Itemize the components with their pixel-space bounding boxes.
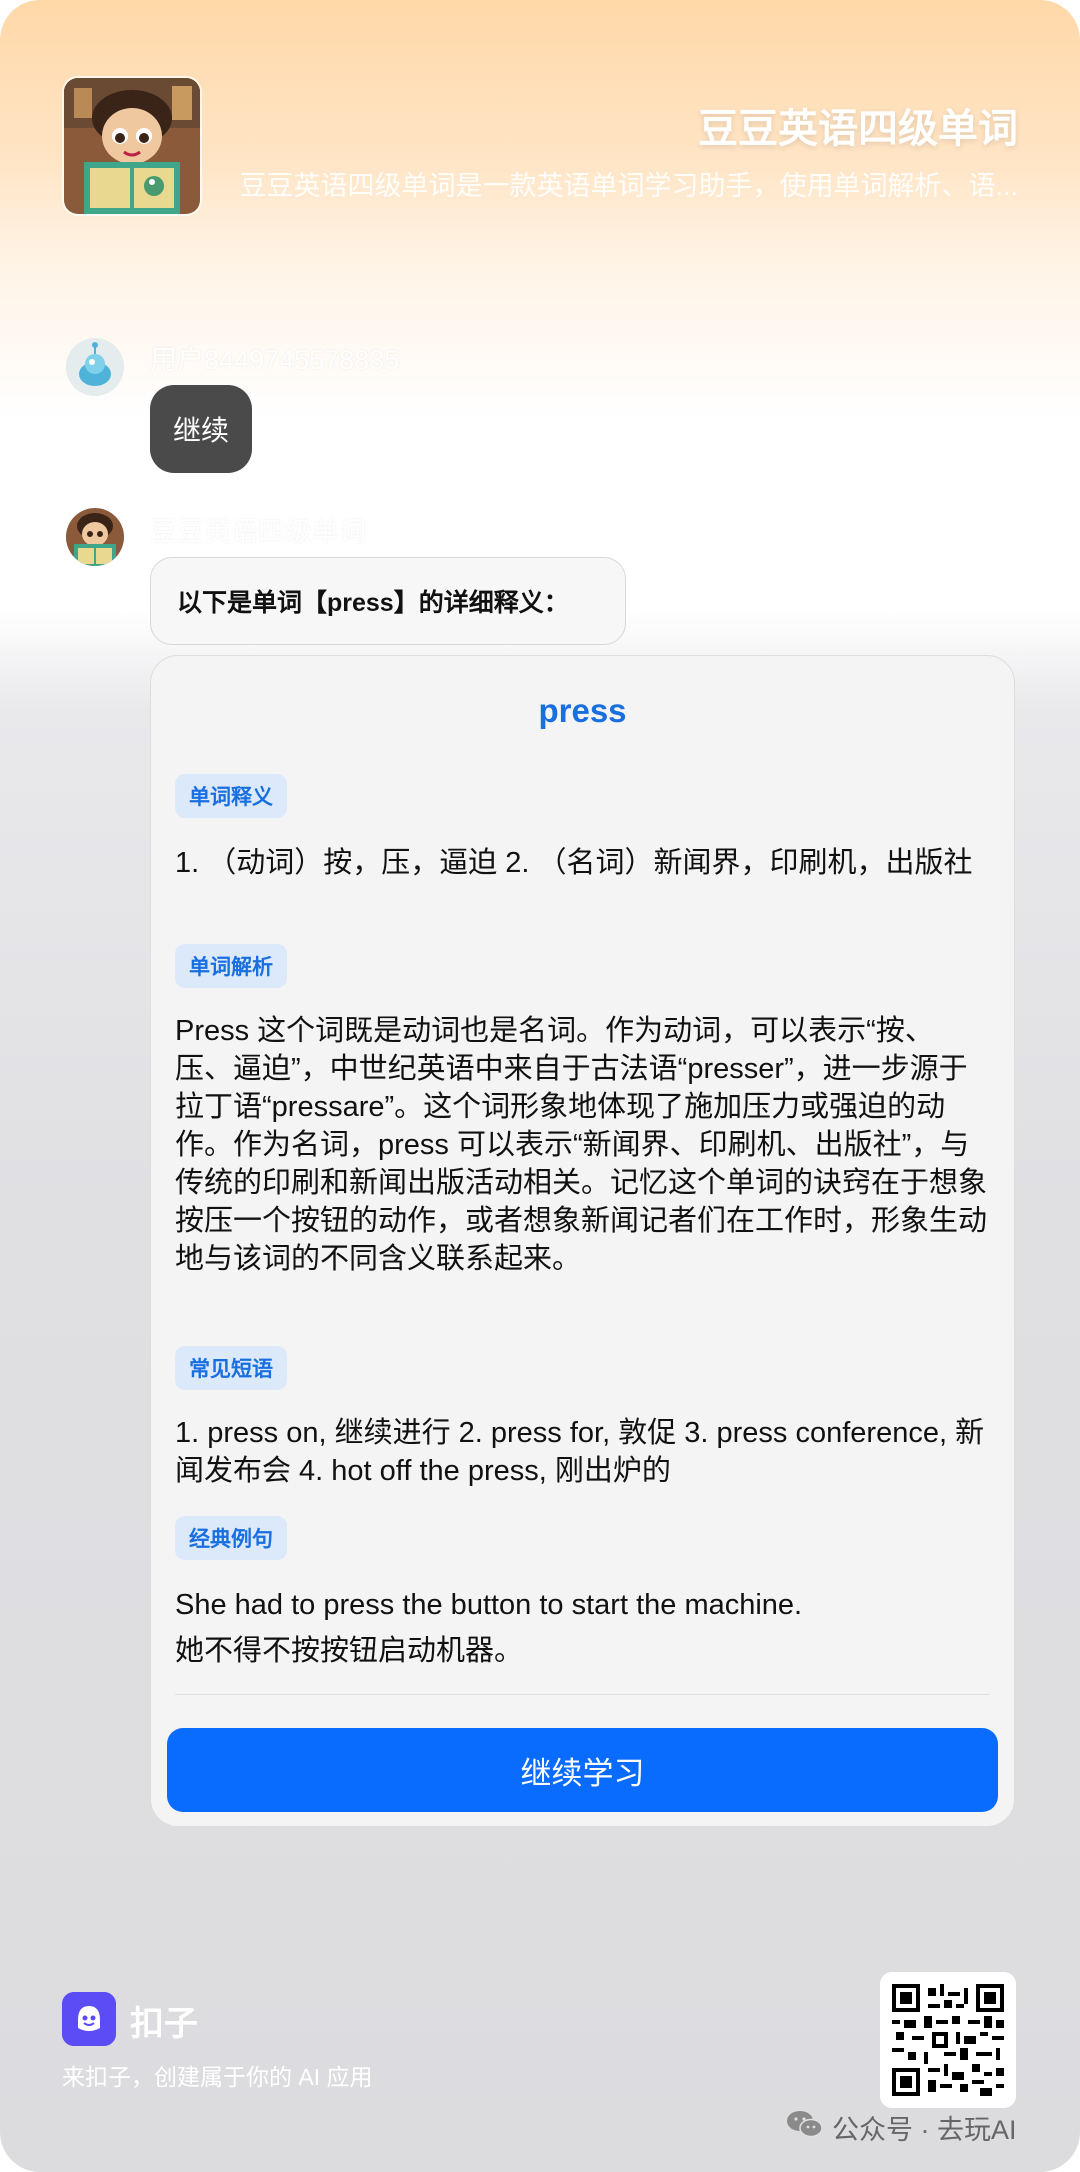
user-avatar[interactable] [66, 338, 124, 396]
bot-name: 豆豆英语四级单词 [150, 517, 366, 547]
bot-avatar[interactable] [66, 508, 124, 566]
app-description: 豆豆英语四级单词是一款英语单词学习助手，使用单词解析、语... [239, 171, 1018, 201]
bot-intro-bubble: 以下是单词【press】的详细释义： [150, 557, 626, 645]
tag-analysis: 单词解析 [175, 944, 287, 988]
tag-phrases: 常见短语 [175, 1346, 287, 1390]
card-divider [175, 1694, 990, 1695]
chat-screen: 豆豆英语四级单词 豆豆英语四级单词是一款英语单词学习助手，使用单词解析、语...… [0, 0, 1080, 2172]
tag-meaning: 单词释义 [175, 774, 287, 818]
app-avatar[interactable] [64, 78, 200, 214]
user-name: 用户8449745578835 [150, 345, 400, 375]
word-detail-card: press 单词释义 1. （动词）按，压，逼迫 2. （名词）新闻界，印刷机，… [150, 655, 1015, 1827]
qr-code [880, 1972, 1016, 2108]
user-message-bubble: 继续 [150, 385, 252, 473]
wechat-account-text: 公众号 · 去玩AI [832, 2115, 1017, 2145]
brand-name: 扣子 [130, 2005, 198, 2043]
continue-learning-button[interactable]: 继续学习 [167, 1728, 998, 1812]
analysis-text: Press 这个词既是动词也是名词。作为动词，可以表示“按、压、逼迫”，中世纪英… [175, 1015, 988, 1275]
wechat-account-label: 公众号 · 去玩AI [786, 2108, 1017, 2147]
example-sentence-zh: 她不得不按按钮启动机器。 [175, 1635, 524, 1667]
tag-example: 经典例句 [175, 1516, 287, 1560]
meaning-text: 1. （动词）按，压，逼迫 2. （名词）新闻界，印刷机，出版社 [175, 847, 973, 879]
wechat-icon [786, 2109, 824, 2146]
example-sentence-en: She had to press the button to start the… [175, 1589, 803, 1621]
brand-slogan: 来扣子，创建属于你的 AI 应用 [62, 2064, 373, 2090]
app-title: 豆豆英语四级单词 [698, 107, 1018, 151]
phrases-text: 1. press on, 继续进行 2. press for, 敦促 3. pr… [175, 1417, 985, 1487]
word-title: press [538, 692, 627, 729]
coze-logo-icon [62, 1992, 116, 2046]
